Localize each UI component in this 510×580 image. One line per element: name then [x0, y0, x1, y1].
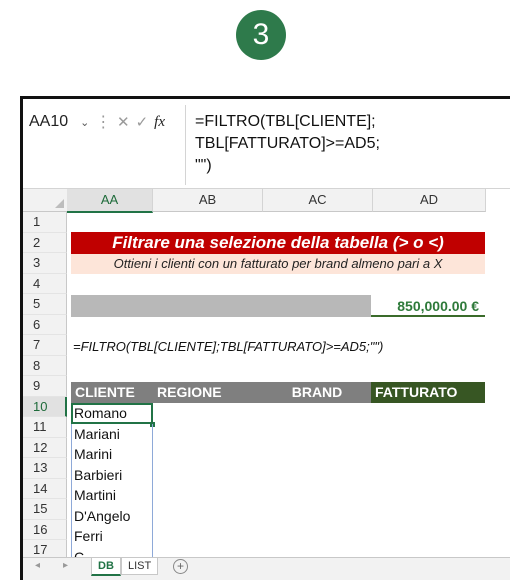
row-header[interactable]: 9 — [23, 376, 67, 397]
row-header[interactable]: 16 — [23, 519, 67, 540]
column-header-ad[interactable]: AD — [373, 189, 486, 212]
client-cell[interactable]: D'Angelo — [71, 505, 153, 526]
threshold-amount-cell[interactable]: 850,000.00 € — [371, 295, 485, 317]
confirm-icon[interactable]: ✓ — [136, 113, 149, 131]
formula-line: "") — [195, 157, 212, 174]
cancel-icon[interactable]: ✕ — [117, 113, 130, 131]
client-cell[interactable]: Barbieri — [71, 464, 153, 485]
row-header[interactable]: 5 — [23, 294, 67, 315]
formula-line: TBL[FATTURATO]>=AD5; — [195, 135, 380, 152]
row-header[interactable]: 14 — [23, 478, 67, 499]
client-cell[interactable]: Martini — [71, 485, 153, 506]
table-header-cliente[interactable]: CLIENTE — [71, 382, 153, 403]
row-header[interactable]: 7 — [23, 335, 67, 356]
formula-input[interactable]: =FILTRO(TBL[CLIENTE]; TBL[FATTURATO]>=AD… — [195, 111, 380, 177]
more-options-icon[interactable]: ⋮ — [95, 112, 111, 132]
sheet-title: Filtrare una selezione della tabella (> … — [71, 232, 485, 254]
add-sheet-icon[interactable]: + — [173, 559, 188, 574]
client-cell[interactable]: Romano — [71, 403, 155, 426]
row-header[interactable]: 13 — [23, 458, 67, 479]
row-header[interactable]: 3 — [23, 253, 67, 274]
column-header-ac[interactable]: AC — [263, 189, 373, 212]
step-number-badge: 3 — [236, 10, 286, 60]
client-cell[interactable]: Marini — [71, 444, 153, 465]
threshold-label-band — [71, 295, 371, 317]
row-header[interactable]: 15 — [23, 499, 67, 520]
table-header-regione[interactable]: REGIONE — [153, 382, 263, 403]
table-header-fatturato[interactable]: FATTURATO — [371, 382, 485, 403]
row-header[interactable]: 12 — [23, 437, 67, 458]
row-header[interactable]: 4 — [23, 273, 67, 294]
tab-list[interactable]: LIST — [121, 558, 159, 575]
formula-divider — [185, 105, 186, 185]
client-cell[interactable]: Mariani — [71, 423, 153, 444]
table-header-brand[interactable]: BRAND — [263, 382, 371, 403]
formula-bar: AA10 ⌄ ⋮ ✕ ✓ fx =FILTRO(TBL[CLIENTE]; TB… — [23, 99, 510, 189]
client-cell[interactable]: Ferri — [71, 526, 153, 547]
column-header-aa[interactable]: AA — [67, 189, 153, 213]
insert-function-icon[interactable]: fx — [154, 114, 165, 131]
sheet-subtitle: Ottieni i clienti con un fatturato per b… — [71, 254, 485, 274]
name-box[interactable]: AA10 ⌄ ⋮ — [29, 108, 117, 136]
scroll-left-icon[interactable]: ◂ — [35, 558, 40, 574]
chevron-down-icon[interactable]: ⌄ — [80, 116, 89, 129]
name-box-value: AA10 — [29, 113, 69, 130]
formula-tools: ✕ ✓ fx — [117, 108, 165, 136]
column-header-ab[interactable]: AB — [153, 189, 263, 212]
row-header[interactable]: 2 — [23, 232, 67, 253]
tab-db[interactable]: DB — [91, 558, 121, 576]
row-header[interactable]: 11 — [23, 417, 67, 438]
formula-line: =FILTRO(TBL[CLIENTE]; — [195, 113, 376, 130]
scroll-right-icon[interactable]: ▸ — [63, 558, 68, 574]
formula-description: =FILTRO(TBL[CLIENTE];TBL[FATTURATO]>=AD5… — [73, 339, 384, 354]
row-header[interactable]: 6 — [23, 314, 67, 335]
select-all-corner[interactable] — [23, 189, 68, 212]
row-header[interactable]: 1 — [23, 212, 67, 233]
excel-window: AA10 ⌄ ⋮ ✕ ✓ fx =FILTRO(TBL[CLIENTE]; TB… — [20, 96, 510, 580]
row-header[interactable]: 8 — [23, 355, 67, 376]
row-header[interactable]: 10 — [23, 396, 67, 417]
